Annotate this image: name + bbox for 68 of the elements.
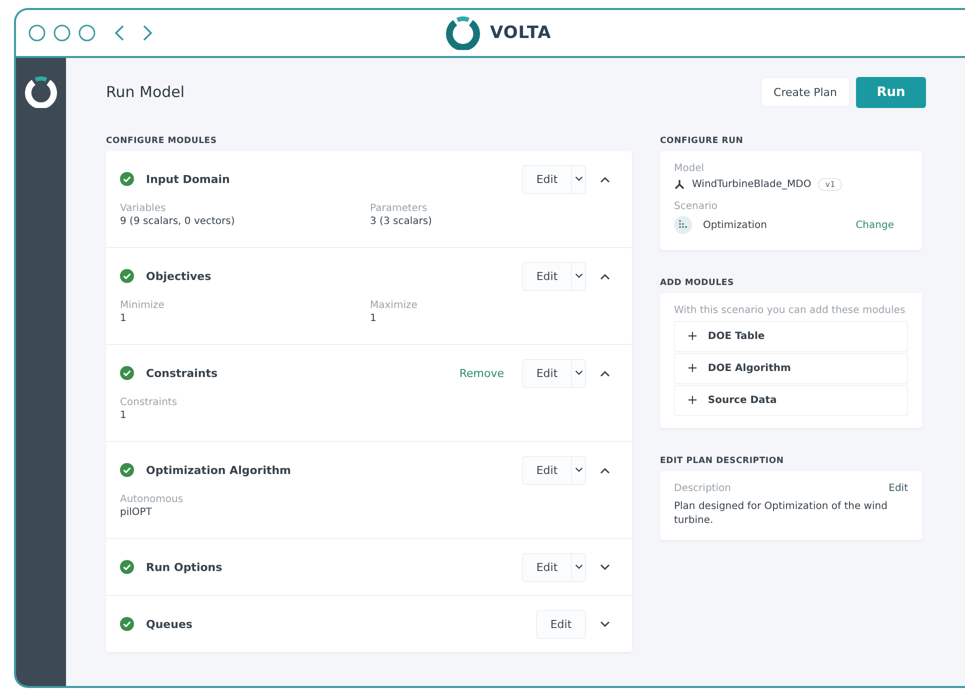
caret-icon [574,467,582,473]
caret-icon [574,176,582,182]
chevron-icon [600,370,610,376]
edit-button[interactable]: Edit [523,262,571,290]
chevron-icon [600,620,610,628]
module-title: Run Options [146,560,224,574]
caret-icon [574,273,582,279]
section-heading: EDIT PLAN DESCRIPTION [660,456,785,468]
field-label: Parameters [370,203,428,214]
field-value: 1 [370,313,378,324]
field-label: Maximize [370,300,418,311]
network-icon [674,179,685,190]
field-value: 3 (3 scalars) [370,216,433,227]
model-name: WindTurbineBlade_MDO [692,179,812,190]
field-label: Model [674,163,706,174]
version-badge: v1 [818,178,842,191]
edit-link[interactable]: Edit [888,483,908,494]
window-control-icon[interactable] [78,24,96,42]
field-label: Variables [120,203,167,214]
module-title: Constraints [146,366,219,380]
add-module-button[interactable]: + Source Data [674,385,908,416]
change-link[interactable]: Change [856,220,894,230]
dropdown-button[interactable] [571,554,585,580]
dropdown-button[interactable] [571,166,585,192]
app-name: VOLTA [490,23,552,43]
dropdown-button[interactable] [571,262,585,290]
logo-icon [25,76,57,108]
module-title: Objectives [146,270,212,282]
add-module-button[interactable]: + DOE Table [674,321,908,352]
section-heading: ADD MODULES [660,278,735,290]
module-title: Input Domain [146,172,231,186]
window-control-icon[interactable] [28,24,46,42]
field-value: 1 [120,410,128,421]
hint-text: With this scenario you can add these modules [674,305,906,316]
add-module-button[interactable]: + DOE Algorithm [674,353,908,384]
chevron-icon [600,466,610,474]
field-label: Minimize [120,300,166,311]
field-value: 9 (9 scalars, 0 vectors) [120,216,236,227]
field-label: Scenario [674,201,718,212]
edit-button[interactable]: Edit [523,456,571,484]
edit-button[interactable]: Edit [523,554,571,580]
scenario-name: Optimization [703,220,767,230]
window-control-icon[interactable] [53,24,71,42]
edit-button[interactable]: Edit [537,610,585,638]
section-heading: CONFIGURE MODULES [106,136,218,148]
chevron-icon [600,272,610,280]
field-label: Autonomous [120,494,184,505]
field-label: Constraints [120,397,178,408]
section-heading: CONFIGURE RUN [660,136,744,148]
remove-link[interactable]: Remove [453,366,510,380]
field-label: Description [674,483,731,494]
page-title: Run Model [106,83,186,101]
description-text: Plan designed for Optimization of the wind turbine. [674,500,888,528]
caret-icon [574,370,582,376]
chevron-icon [600,564,610,570]
logo-icon [446,16,480,50]
edit-button[interactable]: Edit [523,166,571,192]
module-title: Queues [146,618,194,630]
chevron-icon [600,176,610,182]
dropdown-button[interactable] [571,360,585,386]
field-value: pilOPT [120,507,153,518]
edit-button[interactable]: Edit [523,360,571,386]
dropdown-button[interactable] [571,456,585,484]
scenario-icon [674,216,692,234]
field-value: 1 [120,313,128,324]
caret-icon [574,564,582,570]
module-title: Optimization Algorithm [146,464,292,476]
create-plan-button[interactable]: Create Plan [760,77,850,107]
